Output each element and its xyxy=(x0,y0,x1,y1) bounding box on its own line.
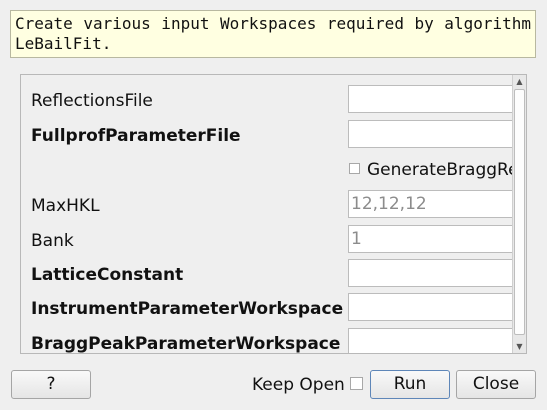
bank-input[interactable]: 1 xyxy=(348,225,512,253)
scroll-up-arrow-icon[interactable]: ▲ xyxy=(513,75,526,88)
description-line-1: Create various input Workspaces required… xyxy=(15,14,531,33)
help-button[interactable]: ? xyxy=(11,370,91,399)
description-line-2: LeBailFit. xyxy=(15,34,112,53)
reflections-file-label: ReflectionsFile xyxy=(31,91,153,111)
bank-label: Bank xyxy=(31,231,74,251)
property-row-fullprof-parameter-file: FullprofParameterFile xyxy=(21,120,512,151)
properties-panel: ReflectionsFile FullprofParameterFile Gene… xyxy=(20,74,527,354)
property-row-reflections-file: ReflectionsFile xyxy=(21,85,512,116)
bragg-peak-parameter-workspace-label: BraggPeakParameterWorkspace xyxy=(31,334,341,353)
close-button[interactable]: Close xyxy=(456,370,536,399)
reflections-file-input[interactable] xyxy=(348,85,512,113)
run-button[interactable]: Run xyxy=(370,370,450,399)
keep-open-checkbox[interactable] xyxy=(350,377,363,390)
bragg-peak-parameter-workspace-input[interactable] xyxy=(348,328,512,353)
fullprof-parameter-file-label: FullprofParameterFile xyxy=(31,126,241,146)
property-row-lattice-constant: LatticeConstant xyxy=(21,259,512,290)
vertical-scrollbar[interactable]: ▲ ▼ xyxy=(512,75,526,353)
scroll-down-arrow-icon[interactable]: ▼ xyxy=(513,340,526,353)
properties-viewport: ReflectionsFile FullprofParameterFile Gene… xyxy=(21,75,512,353)
max-hkl-label: MaxHKL xyxy=(31,196,100,216)
instrument-parameter-workspace-input[interactable] xyxy=(348,293,512,321)
property-row-bragg-peak-parameter-workspace: BraggPeakParameterWorkspace xyxy=(21,328,512,353)
generate-bragg-re-checkbox[interactable] xyxy=(349,163,360,174)
scroll-thumb[interactable] xyxy=(514,89,525,335)
property-row-max-hkl: MaxHKL 12,12,12 xyxy=(21,190,512,221)
lattice-constant-input[interactable] xyxy=(348,259,512,287)
keep-open-label: Keep Open xyxy=(252,375,345,395)
property-row-instrument-parameter-workspace: InstrumentParameterWorkspace xyxy=(21,293,512,324)
lattice-constant-label: LatticeConstant xyxy=(31,265,184,285)
generate-bragg-re-label: GenerateBraggRe xyxy=(367,160,512,180)
max-hkl-input[interactable]: 12,12,12 xyxy=(348,190,512,218)
instrument-parameter-workspace-label: InstrumentParameterWorkspace xyxy=(31,299,344,319)
algorithm-description: Create various input Workspaces required… xyxy=(10,10,536,58)
fullprof-parameter-file-input[interactable] xyxy=(348,120,512,148)
property-row-generate-bragg-re: GenerateBraggRe xyxy=(21,155,512,186)
property-row-bank: Bank 1 xyxy=(21,225,512,256)
